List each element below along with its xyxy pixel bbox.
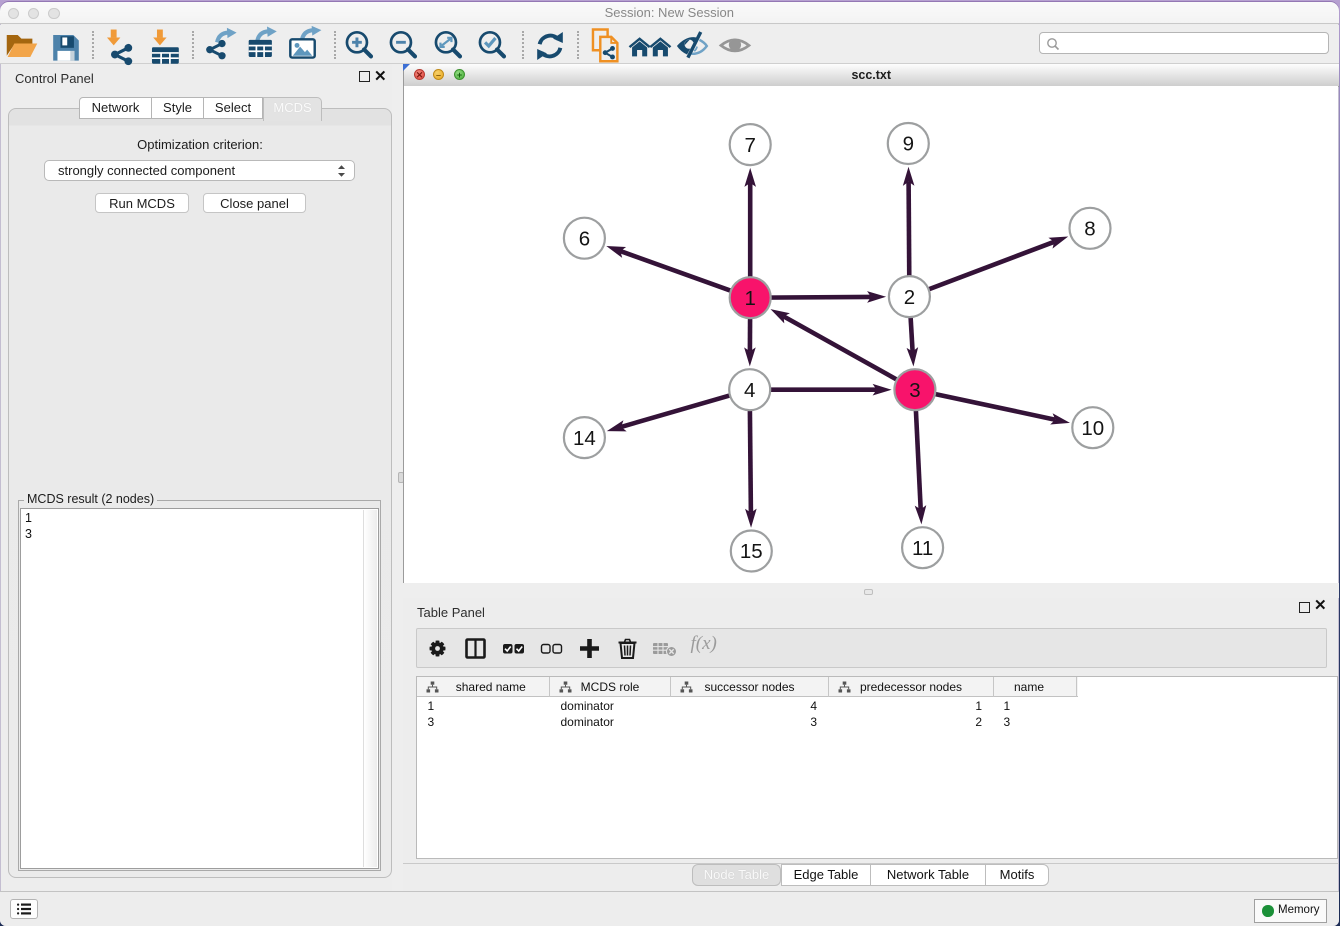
svg-text:9: 9: [903, 133, 914, 156]
svg-text:2: 2: [904, 286, 915, 309]
svg-text:14: 14: [573, 427, 596, 450]
svg-text:4: 4: [744, 379, 755, 402]
svg-text:6: 6: [579, 227, 590, 250]
svg-text:7: 7: [744, 134, 755, 157]
svg-text:1: 1: [744, 287, 755, 310]
svg-text:15: 15: [740, 540, 763, 563]
svg-text:8: 8: [1084, 218, 1095, 241]
svg-text:11: 11: [912, 537, 933, 560]
svg-text:10: 10: [1081, 417, 1104, 440]
svg-text:3: 3: [909, 379, 920, 402]
